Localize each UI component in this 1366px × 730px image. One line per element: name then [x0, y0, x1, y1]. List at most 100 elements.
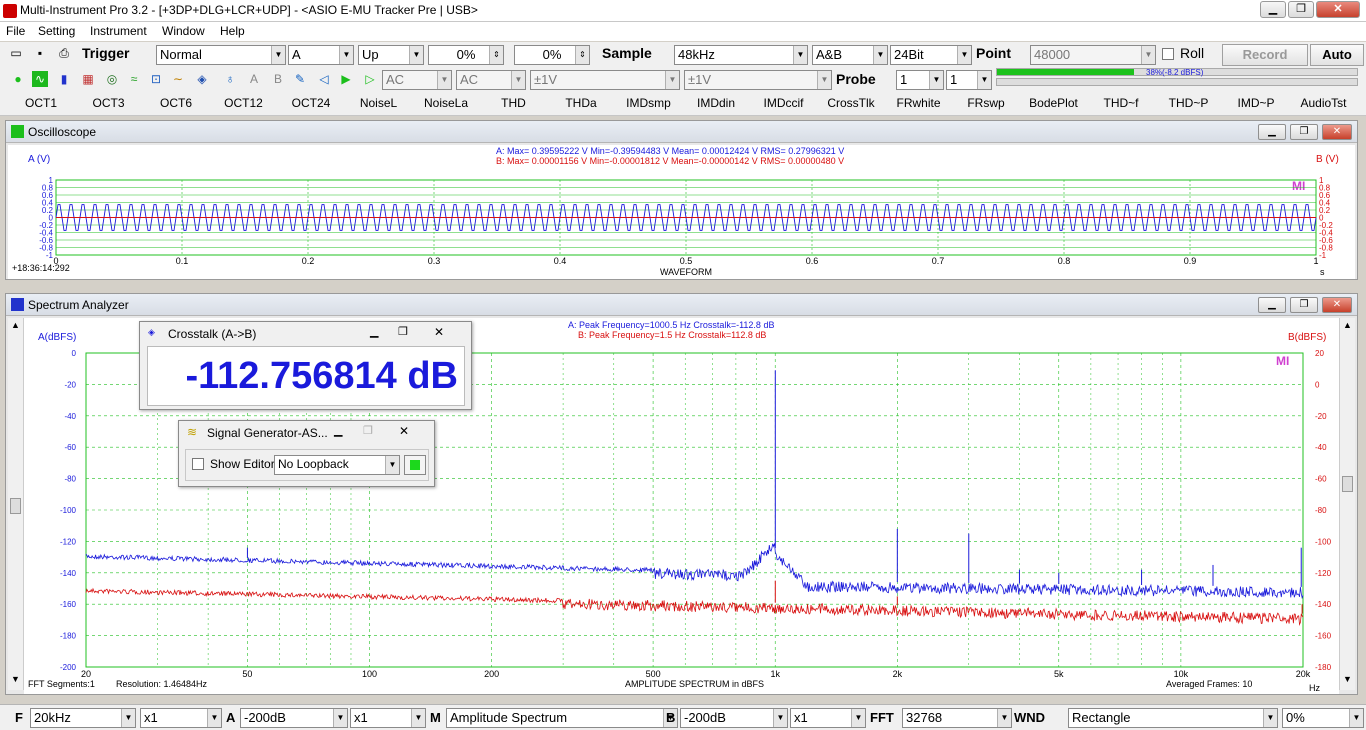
probe-a-select[interactable]: 1 ▼	[896, 70, 944, 90]
channel-b-icon[interactable]: B	[270, 71, 286, 87]
function-thd[interactable]: THD	[483, 96, 545, 110]
a-zoom-select[interactable]: x1 ▼	[350, 708, 426, 728]
calibrate-icon[interactable]: ♁	[222, 71, 238, 87]
crosstalk-restore-button[interactable]: ❐	[398, 325, 408, 338]
function-imd-p[interactable]: IMD~P	[1225, 96, 1287, 110]
window-function-select[interactable]: Rectangle ▼	[1068, 708, 1278, 728]
oscilloscope-icon[interactable]: ∿	[32, 71, 48, 87]
siggen-minimize-button[interactable]: ▁	[334, 424, 342, 437]
function-noisel[interactable]: NoiseL	[348, 96, 410, 110]
function-crosstlk[interactable]: CrossTlk	[820, 96, 882, 110]
function-imdccif[interactable]: IMDccif	[753, 96, 815, 110]
roll-checkbox[interactable]	[1162, 48, 1174, 60]
trigger-level-input[interactable]: 0% ⇕	[428, 45, 504, 65]
spectrum-right-scrollbar[interactable]: ▲ ▼	[1339, 318, 1355, 690]
siggen-close-button[interactable]: ✕	[399, 424, 409, 438]
spectrum-icon[interactable]: ▮	[56, 71, 72, 87]
scroll-down-icon[interactable]: ▼	[1343, 674, 1352, 684]
channel-a-icon[interactable]: A	[246, 71, 262, 87]
osc-restore-button[interactable]: ❐	[1290, 124, 1318, 140]
print-icon[interactable]: ⎙	[56, 45, 72, 61]
function-thd-p[interactable]: THD~P	[1158, 96, 1220, 110]
ddp-icon[interactable]: ◈	[194, 71, 210, 87]
function-imddin[interactable]: IMDdin	[685, 96, 747, 110]
function-thd-f[interactable]: THD~f	[1090, 96, 1152, 110]
scroll-thumb[interactable]	[1342, 476, 1353, 492]
oscilloscope-plot[interactable]: A (V) B (V) A: Max= 0.39595222 V Min=-0.…	[8, 145, 1355, 279]
probe-icon[interactable]: ✎	[292, 71, 308, 87]
trigger-edge-select[interactable]: Up ▼	[358, 45, 424, 65]
function-frwhite[interactable]: FRwhite	[888, 96, 950, 110]
trigger-mode-select[interactable]: Normal ▼	[156, 45, 286, 65]
spinner-icon[interactable]: ⇕	[575, 46, 589, 64]
scroll-down-icon[interactable]: ▼	[11, 674, 20, 684]
spectrum-left-scrollbar[interactable]: ▲ ▼	[8, 318, 24, 690]
generator-toggle-button[interactable]	[404, 455, 426, 475]
save-icon[interactable]: ▪	[32, 45, 48, 61]
osc-close-button[interactable]: ✕	[1322, 124, 1352, 140]
coupling-a-select[interactable]: AC ▼	[382, 70, 452, 90]
channels-select[interactable]: A&B ▼	[812, 45, 888, 65]
menu-instrument[interactable]: Instrument	[90, 24, 147, 38]
dut-icon[interactable]: ⊡	[148, 71, 164, 87]
show-editor-checkbox[interactable]	[192, 458, 204, 470]
mode-select[interactable]: Amplitude Spectrum ▼	[446, 708, 678, 728]
function-oct1[interactable]: OCT1	[10, 96, 72, 110]
function-oct12[interactable]: OCT12	[213, 96, 275, 110]
bit-depth-select[interactable]: 24Bit ▼	[890, 45, 972, 65]
probe-b-select[interactable]: 1 ▼	[946, 70, 992, 90]
record-button[interactable]: Record	[1222, 44, 1308, 66]
point-select[interactable]: 48000 ▼	[1030, 45, 1156, 65]
minimize-button[interactable]: ▁	[1260, 1, 1286, 18]
spinner-icon[interactable]: ⇕	[489, 46, 503, 64]
auto-button[interactable]: Auto	[1310, 44, 1364, 66]
trigger-channel-select[interactable]: A ▼	[288, 45, 354, 65]
frequency-zoom-select[interactable]: x1 ▼	[140, 708, 222, 728]
osc-minimize-button[interactable]: ▁	[1258, 124, 1286, 140]
trigger-delay-input[interactable]: 0% ⇕	[514, 45, 590, 65]
spec-minimize-button[interactable]: ▁	[1258, 297, 1286, 313]
function-frswp[interactable]: FRswp	[955, 96, 1017, 110]
crosstalk-minimize-button[interactable]: ▁	[370, 325, 378, 338]
spec-close-button[interactable]: ✕	[1322, 297, 1352, 313]
menu-window[interactable]: Window	[162, 24, 205, 38]
phase-plot-icon[interactable]: ◎	[104, 71, 120, 87]
speaker-icon[interactable]: ◁	[316, 71, 332, 87]
function-oct6[interactable]: OCT6	[145, 96, 207, 110]
b-zoom-select[interactable]: x1 ▼	[790, 708, 866, 728]
frequency-range-select[interactable]: 20kHz ▼	[30, 708, 136, 728]
overlap-select[interactable]: 0% ▼	[1282, 708, 1364, 728]
new-icon[interactable]: ▭	[8, 45, 24, 61]
menu-setting[interactable]: Setting	[38, 24, 75, 38]
function-noisela[interactable]: NoiseLa	[415, 96, 477, 110]
spectrum-3d-icon[interactable]: ▦	[80, 71, 96, 87]
menu-help[interactable]: Help	[220, 24, 245, 38]
scroll-thumb[interactable]	[10, 498, 21, 514]
start-icon[interactable]: ●	[10, 71, 26, 87]
crosstalk-close-button[interactable]: ✕	[434, 325, 444, 339]
function-audiotst[interactable]: AudioTst	[1293, 96, 1355, 110]
scroll-up-icon[interactable]: ▲	[1343, 320, 1352, 330]
function-bodeplot[interactable]: BodePlot	[1023, 96, 1085, 110]
maximize-button[interactable]: ❐	[1288, 1, 1314, 18]
close-button[interactable]: ✕	[1316, 1, 1360, 18]
function-thda[interactable]: THDa	[550, 96, 612, 110]
a-range-select[interactable]: -200dB ▼	[240, 708, 348, 728]
function-oct3[interactable]: OCT3	[78, 96, 140, 110]
range-b-select[interactable]: ±1V ▼	[684, 70, 832, 90]
function-oct24[interactable]: OCT24	[280, 96, 342, 110]
range-a-select[interactable]: ±1V ▼	[530, 70, 680, 90]
sweep-icon[interactable]: ∼	[170, 71, 186, 87]
function-imdsmp[interactable]: IMDsmp	[618, 96, 680, 110]
menu-file[interactable]: File	[6, 24, 25, 38]
signal-generator-icon[interactable]: ≈	[126, 71, 142, 87]
play-once-icon[interactable]: ▷	[362, 71, 378, 87]
scroll-up-icon[interactable]: ▲	[11, 320, 20, 330]
spec-restore-button[interactable]: ❐	[1290, 297, 1318, 313]
sample-rate-select[interactable]: 48kHz ▼	[674, 45, 808, 65]
coupling-b-select[interactable]: AC ▼	[456, 70, 526, 90]
siggen-restore-button[interactable]: ❐	[363, 424, 373, 437]
loopback-select[interactable]: No Loopback ▼	[274, 455, 400, 475]
play-icon[interactable]: ▶	[338, 71, 354, 87]
fft-size-select[interactable]: 32768 ▼	[902, 708, 1012, 728]
